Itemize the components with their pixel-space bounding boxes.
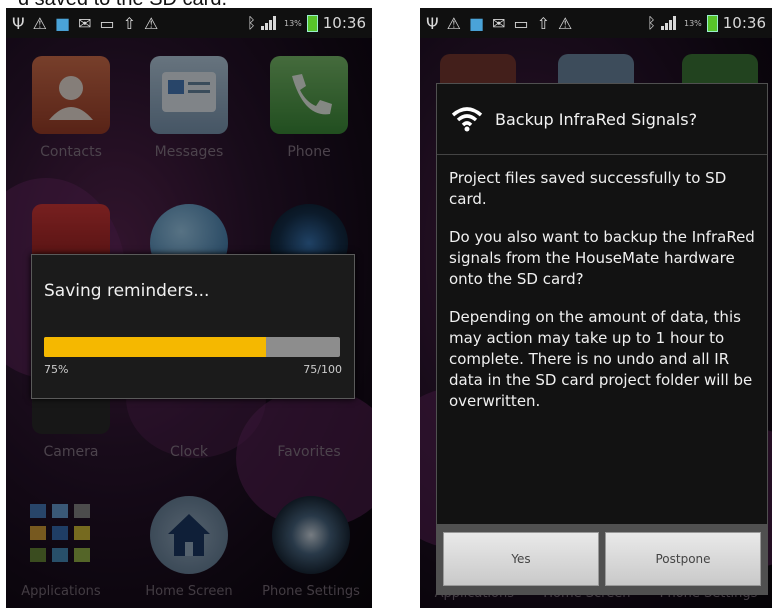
message-icon: ▭ — [99, 13, 115, 33]
progress-title: Saving reminders... — [44, 281, 210, 301]
signal-icon — [660, 16, 679, 30]
dialog-paragraph: Project files saved successfully to SD c… — [449, 169, 727, 208]
warning-icon: ⚠ — [32, 13, 47, 33]
upload-icon: ⇧ — [536, 13, 550, 33]
dialog-paragraph: Depending on the amount of data, this ma… — [449, 308, 753, 410]
progress-percent: 75% — [44, 363, 69, 376]
dialog-paragraph: Do you also want to backup the InfraRed … — [449, 228, 755, 288]
warning-icon: ⚠ — [446, 13, 461, 33]
progress-dialog: Saving reminders... 75% 75/100 — [31, 254, 355, 399]
backup-dialog: Backup InfraRed Signals? Project files s… — [436, 83, 768, 595]
progress-fill — [44, 337, 266, 357]
warning-icon: ⚠ — [144, 13, 159, 33]
message-icon: ▭ — [513, 13, 529, 33]
clock-time: 10:36 — [722, 14, 766, 32]
dialog-header: Backup InfraRed Signals? — [437, 84, 767, 155]
warning-icon: ⚠ — [558, 13, 573, 33]
wifi-icon — [451, 107, 483, 132]
signal-icon — [260, 16, 279, 30]
usb-icon: Ψ — [12, 13, 25, 33]
photo-icon: ■ — [468, 13, 485, 33]
left-phone-screen: Ψ ⚠ ■ ✉ ▭ ⇧ ⚠ ᛒ 13% 10:36 Contacts Messa… — [6, 8, 372, 608]
status-bar: Ψ ⚠ ■ ✉ ▭ ⇧ ⚠ ᛒ 13% 10:36 — [420, 8, 772, 38]
battery-percent: 13% — [683, 18, 702, 28]
yes-button[interactable]: Yes — [443, 532, 599, 586]
usb-icon: Ψ — [426, 13, 439, 33]
bluetooth-icon: ᛒ — [246, 14, 256, 32]
mail-icon: ✉ — [78, 13, 92, 33]
progress-count: 75/100 — [303, 363, 342, 376]
progress-bar — [44, 337, 340, 357]
battery-percent: 13% — [283, 18, 302, 28]
dialog-body: Project files saved successfully to SD c… — [449, 168, 757, 429]
clock-time: 10:36 — [322, 14, 366, 32]
photo-icon: ■ — [54, 13, 71, 33]
postpone-button[interactable]: Postpone — [605, 532, 761, 586]
battery-icon — [706, 14, 718, 32]
bluetooth-icon: ᛒ — [646, 14, 656, 32]
dialog-title: Backup InfraRed Signals? — [495, 109, 698, 129]
right-phone-screen: Ψ ⚠ ■ ✉ ▭ ⇧ ⚠ ᛒ 13% 10:36 Applications H… — [420, 8, 772, 608]
upload-icon: ⇧ — [122, 13, 136, 33]
battery-icon — [306, 14, 318, 32]
status-bar: Ψ ⚠ ■ ✉ ▭ ⇧ ⚠ ᛒ 13% 10:36 — [6, 8, 372, 38]
dialog-button-bar: Yes Postpone — [437, 524, 767, 594]
mail-icon: ✉ — [492, 13, 506, 33]
